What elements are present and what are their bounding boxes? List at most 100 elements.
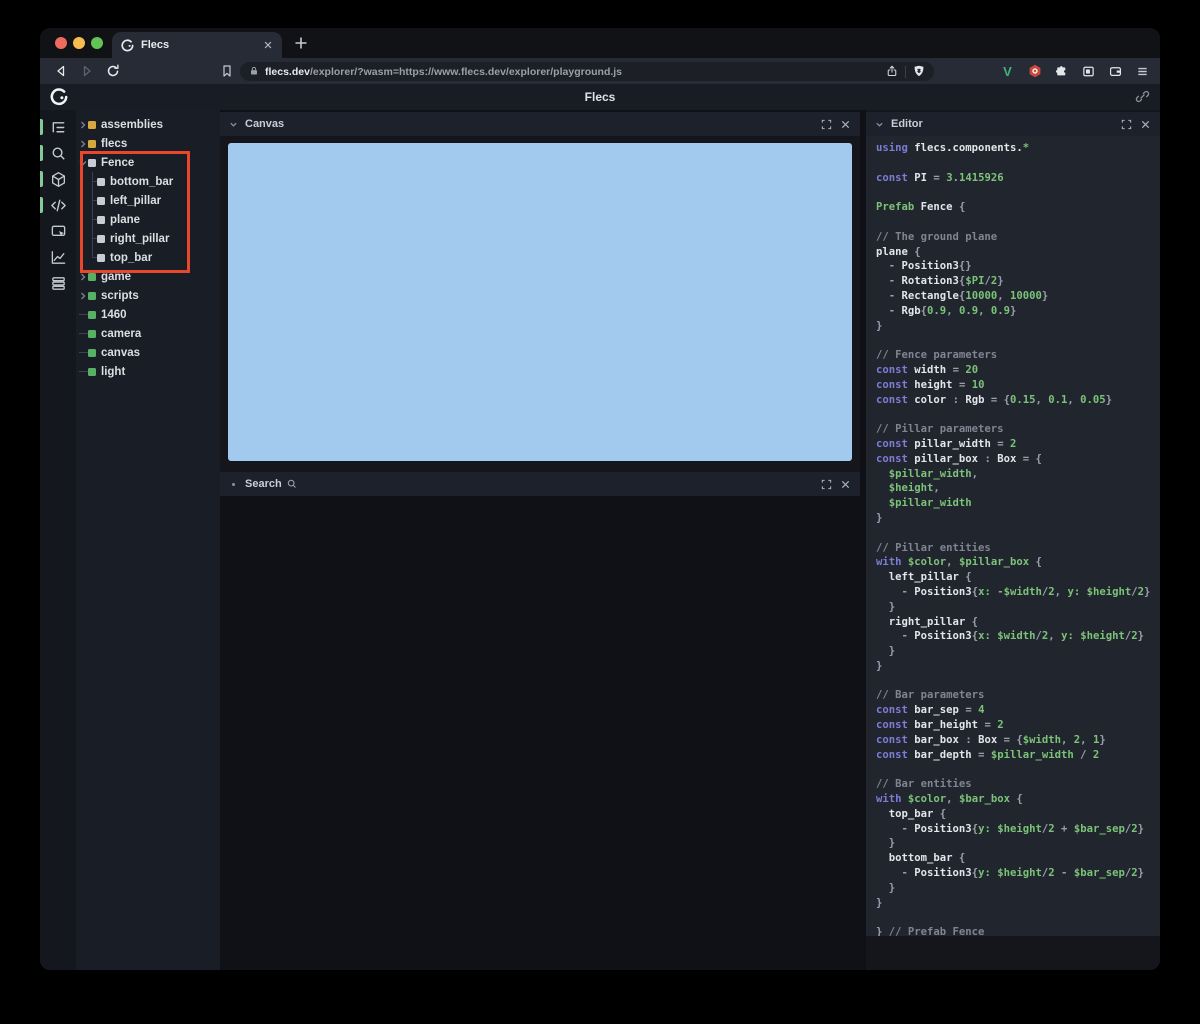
link-icon[interactable] [1135,89,1150,104]
forward-icon[interactable] [80,64,94,78]
tree-item-flecs[interactable]: flecs [76,134,220,153]
tree-guide [88,229,97,248]
code-line: // The ground plane [876,230,998,243]
chevron-down-icon[interactable] [875,120,884,129]
tree-item-1460[interactable]: 1460 [76,305,220,324]
url-bar[interactable]: flecs.dev /explorer/?wasm=https://www.fl… [240,62,934,81]
wallet-icon[interactable] [1108,64,1123,79]
brave-shield-icon[interactable] [913,65,925,78]
entity-square-icon [88,310,96,319]
tree-guide [88,248,97,267]
reload-icon[interactable] [106,64,120,78]
canvas-panel-body [220,136,860,472]
sidebar-toggle-icon[interactable] [1081,64,1096,79]
tree-item-Fence[interactable]: Fence [76,153,220,172]
leftbar-cube-icon[interactable] [40,166,76,192]
code-line: - Rectangle{10000, 10000} [876,289,1049,302]
chevron-right-icon[interactable] [78,134,88,153]
tree-item-label: flecs [101,137,128,150]
minimize-window-button[interactable] [73,37,85,49]
entity-square-icon [97,215,105,224]
back-icon[interactable] [54,64,68,78]
code-line: - Position3{y: $height/2 - $bar_sep/2} [876,867,1145,880]
entity-tree-panel: assemblies flecs Fence bottom_bar left_pilla… [76,110,220,970]
expand-icon[interactable] [1121,119,1132,130]
chevron-right-icon[interactable] [78,267,88,286]
code-line: $height, [876,482,940,495]
collapsed-dot-icon[interactable] [232,482,235,486]
tree-item-label: canvas [101,346,141,359]
code-line: // Bar entities [876,778,972,791]
tree-item-camera[interactable]: camera [76,324,220,343]
close-icon[interactable] [1140,119,1151,130]
code-editor[interactable]: using flecs.components.* const PI = 3.14… [866,136,1160,936]
expand-icon[interactable] [821,479,832,490]
hexagon-extension-icon[interactable] [1027,64,1042,79]
tree-item-label: 1460 [101,308,127,321]
share-icon[interactable] [886,65,898,78]
tree-item-left_pillar[interactable]: left_pillar [76,191,220,210]
puzzle-icon[interactable] [1054,64,1069,79]
tree-item-assemblies[interactable]: assemblies [76,115,220,134]
menu-icon[interactable] [1135,64,1150,79]
leftbar-code-icon[interactable] [40,192,76,218]
tree-item-label: right_pillar [110,232,170,245]
tree-guide [88,172,97,191]
entity-square-icon [97,253,105,262]
leftbar-search-icon[interactable] [40,140,76,166]
tree-item-bottom_bar[interactable]: bottom_bar [76,172,220,191]
code-line: - Position3{x: $width/2, y: $height/2} [876,630,1145,643]
leftbar-rows-icon[interactable] [40,270,76,296]
code-line: const width = 20 [876,363,979,376]
tree-item-right_pillar[interactable]: right_pillar [76,229,220,248]
code-line: } [876,319,883,332]
code-line: // Fence parameters [876,349,998,362]
chevron-right-icon[interactable] [78,115,88,134]
tree-item-top_bar[interactable]: top_bar [76,248,220,267]
tree-item-light[interactable]: light [76,362,220,381]
code-line: - Position3{x: -$width/2, y: $height/2} [876,585,1151,598]
chevron-right-icon[interactable] [78,286,88,305]
search-panel-title: Search [245,478,282,490]
close-icon[interactable] [840,479,851,490]
code-line: const bar_box : Box = {$width, 2, 1} [876,733,1106,746]
new-tab-button[interactable] [294,36,308,50]
expand-icon[interactable] [821,119,832,130]
tree-item-canvas[interactable]: canvas [76,343,220,362]
3d-canvas-viewport[interactable] [228,143,852,461]
lock-icon [249,66,259,77]
code-line: // Pillar entities [876,541,991,554]
entity-square-icon [88,348,96,357]
tree-item-plane[interactable]: plane [76,210,220,229]
close-icon[interactable] [840,119,851,130]
zoom-window-button[interactable] [91,37,103,49]
leftbar-inspect-icon[interactable] [40,218,76,244]
browser-tab[interactable]: Flecs [112,32,282,58]
search-panel-body[interactable] [220,496,860,970]
leftbar-stats-icon[interactable] [40,244,76,270]
tab-close-icon[interactable] [263,40,273,50]
close-window-button[interactable] [55,37,67,49]
active-indicator [40,119,43,135]
chevron-down-icon[interactable] [78,153,88,172]
leaf-dash [78,324,88,343]
tree-item-scripts[interactable]: scripts [76,286,220,305]
v-extension-icon[interactable]: V [1000,64,1015,79]
chevron-down-icon[interactable] [229,120,238,129]
tree-item-label: plane [110,213,141,226]
bookmark-icon[interactable] [220,64,234,78]
leaf-dash [78,362,88,381]
tree-item-label: Fence [101,156,135,169]
leftbar-tree-icon[interactable] [40,114,76,140]
tree-item-game[interactable]: game [76,267,220,286]
tree-item-label: assemblies [101,118,164,131]
tree-guide [88,191,97,210]
code-line: - Position3{y: $height/2 + $bar_sep/2} [876,822,1145,835]
